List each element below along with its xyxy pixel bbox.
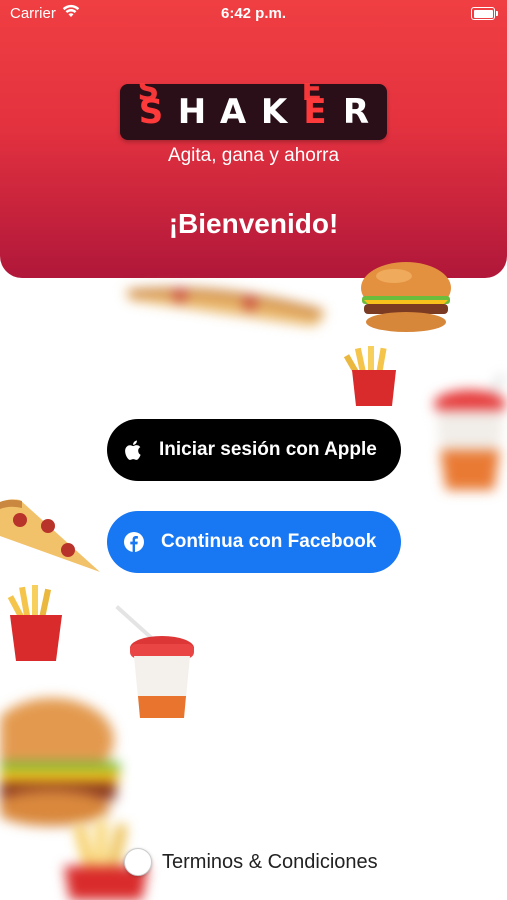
terms-conditions-row[interactable]: Terminos & Condiciones [124,848,378,876]
tagline: Agita, gana y ahorra [167,145,340,166]
logo-letter-k: K [260,92,288,132]
burger-illustration [361,262,451,332]
welcome-title: ¡Bienvenido! [168,208,339,239]
logo-letter-s: SS [137,73,164,132]
terms-conditions-label[interactable]: Terminos & Condiciones [162,851,378,874]
shaker-logo: SS H A K EE R [120,73,387,140]
fries-illustration [7,585,62,661]
drink-cup-blurred-illustration [434,373,506,490]
status-bar: Carrier 6:42 p.m. [0,0,507,28]
facebook-button-label: Continua con Facebook [161,531,377,552]
fries-small-illustration [344,346,396,406]
sign-in-with-apple-button[interactable]: Iniciar sesión con Apple [107,419,401,481]
apple-button-label: Iniciar sesión con Apple [159,439,377,460]
facebook-icon [123,531,145,553]
pizza-slice-blurred-illustration [125,287,325,326]
logo-letter-a: A [219,92,247,132]
logo-letter-r: R [342,92,370,132]
clock-time: 6:42 p.m. [220,5,287,22]
continue-with-facebook-button[interactable]: Continua con Facebook [107,511,401,573]
pizza-slice-illustration [0,499,100,572]
burger-blurred-illustration [0,698,120,826]
battery-icon [471,7,498,20]
terms-radio-button[interactable] [124,848,152,876]
apple-icon [123,439,145,461]
logo-letter-h: H [177,92,207,132]
logo-letter-e: EE [301,73,327,132]
